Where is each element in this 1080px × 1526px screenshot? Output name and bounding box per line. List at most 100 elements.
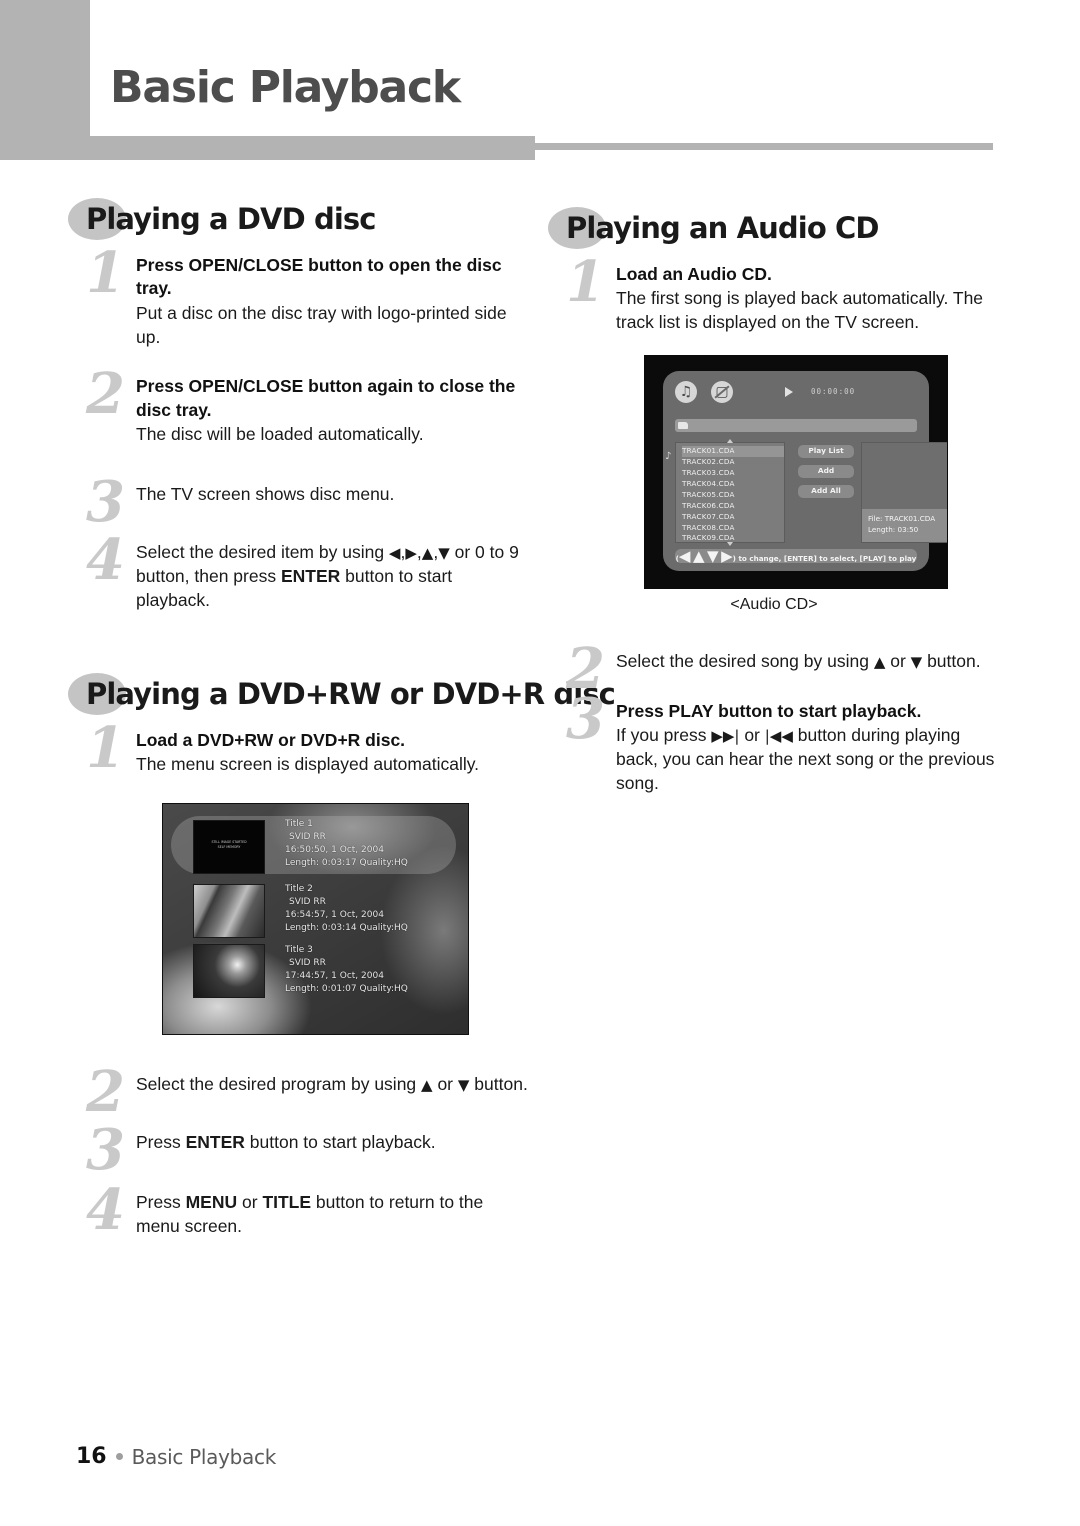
figure-audio-cd-screen: ♫ ▢ 00:00:00 ♪ TRACK01.CDA TRACK02.CDA T… [548,355,1000,614]
dvd-title-timestamp: 17:44:57, 1 Oct, 2004 [285,971,384,982]
music-note-icon: ♫ [675,381,697,404]
step-headline: Load an Audio CD. [616,264,772,284]
step-item: 3 Press PLAY button to start playback. I… [548,691,1000,796]
play-icon [785,387,793,398]
track-list-item[interactable]: TRACK08.CDA [682,523,784,534]
music-note-side-icon: ♪ [665,451,672,463]
cd-status-bar: (◀ ▲ ▼ ▶) to change, [ENTER] to select, … [675,549,917,564]
step-body: If you press ▶▶| or |◀◀ button during pl… [616,725,995,794]
step-body: The menu screen is displayed automatical… [136,754,480,775]
cd-playlist-panel[interactable]: File: TRACK01.CDA Length: 03:50 [861,442,947,544]
step-number: 4 [86,526,125,593]
step-item: 1 Press OPEN/CLOSE button to open the di… [68,245,528,349]
step-number: 4 [86,1177,125,1244]
track-list-item[interactable]: TRACK04.CDA [682,479,784,490]
scroll-down-icon[interactable] [727,542,733,547]
section-heading-label: Playing an Audio CD [566,211,879,245]
cd-path-bar [675,419,917,433]
dvd-title-format: SVID RR [289,897,326,908]
step-item: 1 Load an Audio CD. The first song is pl… [548,254,1000,335]
step-item: 1 Load a DVD+RW or DVD+R disc. The menu … [68,720,528,777]
dvd-title-name: Title 1 [285,819,313,830]
step-body: The disc will be loaded automatically. [136,424,424,444]
dvd-title-timestamp: 16:50:50, 1 Oct, 2004 [285,845,384,856]
play-list-button[interactable]: Play List [797,444,855,460]
step-body: Select the desired song by using ▲ or ▼ … [616,651,981,672]
step-headline: Load a DVD+RW or DVD+R disc. [136,729,406,750]
step-number: 1 [86,240,125,306]
step-item: 2 Select the desired song by using ▲ or … [548,641,1000,697]
step-headline: Press PLAY button to start playback. [616,701,922,722]
track-list-item[interactable]: TRACK07.CDA [682,512,784,523]
step-item: 2 Select the desired program by using ▲ … [68,1064,528,1120]
file-length-label: Length: 03:50 [868,525,919,535]
header-corner-block [0,0,90,150]
file-name-label: File: TRACK01.CDA [868,514,936,524]
step-number: 2 [86,361,125,428]
dvd-thumbnail-text: STILL IMAGE STARTED SELF MEMORY [211,840,247,849]
track-list-item[interactable]: TRACK02.CDA [682,457,784,468]
cd-screen-panel: ♫ ▢ 00:00:00 ♪ TRACK01.CDA TRACK02.CDA T… [663,371,947,572]
dvd-title-thumbnail [193,944,265,999]
page-number: 16 [76,1444,107,1469]
track-list-item[interactable]: TRACK05.CDA [682,490,784,501]
header-bar [0,136,535,160]
step-item: 3 The TV screen shows disc menu. [68,474,528,530]
step-number: 3 [566,686,605,753]
step-item: 4 Press MENU or TITLE button to return t… [68,1182,528,1239]
folder-icon [678,422,688,430]
dvd-title-length: Length: 0:03:14 Quality:HQ [285,923,408,934]
step-body: Press ENTER button to start playback. [136,1132,436,1153]
step-body: The first song is played back automatica… [616,288,984,333]
page-title: Basic Playback [110,62,461,113]
dvd-title-name: Title 3 [285,945,313,956]
slash-decoration [714,385,730,399]
step-body: Select the desired item by using ◀,▶,▲,▼… [136,541,519,610]
track-list-item[interactable]: TRACK03.CDA [682,468,784,479]
dvd-menu-screen: STILL IMAGE STARTED SELF MEMORY Title 1 S… [162,803,469,1036]
step-item: 4 Select the desired item by using ◀,▶,▲… [68,532,528,613]
dvd-title-length: Length: 0:01:07 Quality:HQ [285,984,408,995]
track-list-item[interactable]: TRACK09.CDA [682,533,784,544]
cd-track-list[interactable]: TRACK01.CDA TRACK02.CDA TRACK03.CDA TRAC… [675,439,785,547]
section-heading-label: Playing a DVD+RW or DVD+R disc [86,676,616,711]
no-video-icon: ▢ [711,381,733,404]
dvd-title-format: SVID RR [289,958,326,969]
step-headline: Press OPEN/CLOSE button to open the disc… [136,255,502,299]
footer-dot-decoration [115,1453,123,1460]
step-number: 3 [86,1117,125,1184]
dvd-title-length: Length: 0:03:17 Quality:HQ [285,858,408,869]
right-column: Playing an Audio CD 1 Load an Audio CD. … [548,205,1000,814]
step-headline: Press OPEN/CLOSE button again to close t… [136,376,516,420]
add-button[interactable]: Add [797,464,855,480]
scroll-up-icon[interactable] [727,439,733,444]
section-heading-playing-dvd-disc: Playing a DVD disc [68,196,528,240]
step-number: 3 [86,468,125,535]
step-body: Put a disc on the disc tray with logo-pr… [136,302,507,347]
section-heading-playing-audio-cd: Playing an Audio CD [548,205,1000,249]
footer-chapter-label: Basic Playback [131,1444,277,1469]
dvd-title-name: Title 2 [285,884,313,895]
footer: 16 Basic Playback [76,1444,276,1469]
section-heading-label: Playing a DVD disc [86,202,376,236]
track-list-item[interactable]: TRACK06.CDA [682,501,784,512]
step-number: 2 [86,1059,125,1126]
step-number: 1 [566,249,605,315]
playback-time: 00:00:00 [811,387,856,397]
header-rule [535,143,993,150]
dvd-title-timestamp: 16:54:57, 1 Oct, 2004 [285,910,384,921]
add-all-button[interactable]: Add All [797,484,855,500]
step-body: Select the desired program by using ▲ or… [136,1074,528,1095]
left-column: Playing a DVD disc 1 Press OPEN/CLOSE bu… [68,196,616,1257]
step-number: 1 [86,714,125,781]
dvd-title-format: SVID RR [289,832,326,843]
section-heading-playing-dvdrw-disc: Playing a DVD+RW or DVD+R disc [68,671,616,715]
dvd-title-thumbnail [193,884,265,939]
figure-caption: <Audio CD> [730,596,818,614]
step-body: Press MENU or TITLE button to return to … [136,1192,484,1236]
audio-cd-screen: ♫ ▢ 00:00:00 ♪ TRACK01.CDA TRACK02.CDA T… [644,355,948,590]
cd-file-info: File: TRACK01.CDA Length: 03:50 [862,509,947,543]
step-item: 2 Press OPEN/CLOSE button again to close… [68,366,528,447]
track-list-item[interactable]: TRACK01.CDA [682,446,784,458]
step-item: 3 Press ENTER button to start playback. [68,1122,528,1178]
